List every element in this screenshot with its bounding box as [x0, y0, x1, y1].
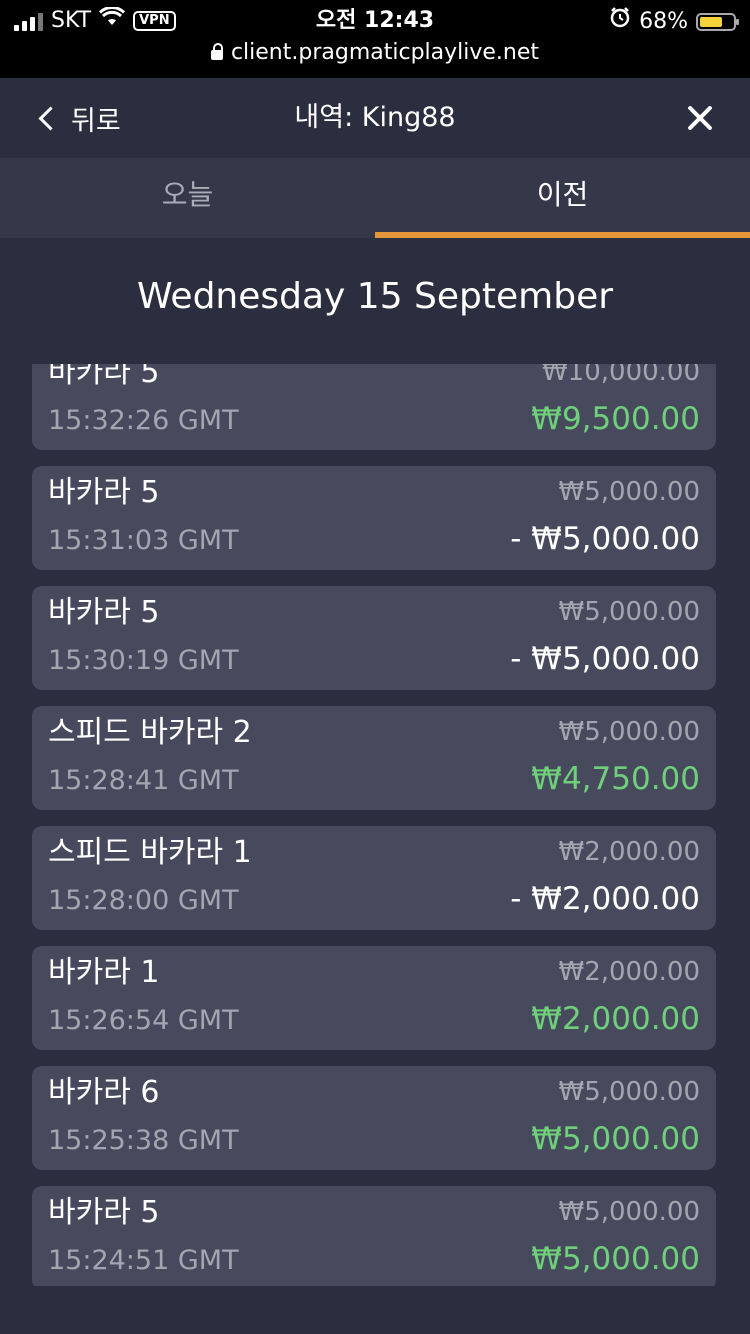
status-right: 68% [609, 6, 739, 37]
alarm-icon [609, 6, 631, 37]
history-item[interactable]: 바카라 5 15:31:03 GMT ₩5,000.00 - ₩5,000.00 [32, 466, 716, 570]
history-game-name: 스피드 바카라 1 [48, 835, 252, 870]
date-heading: Wednesday 15 September [136, 276, 614, 317]
history-game-name: 바카라 5 [48, 1195, 160, 1230]
history-item[interactable]: 스피드 바카라 1 15:28:00 GMT ₩2,000.00 - ₩2,000.0… [32, 826, 716, 930]
battery-icon [696, 12, 739, 31]
history-bet-amount: ₩5,000.00 [558, 597, 701, 627]
history-item[interactable]: 바카라 5 15:32:26 GMT ₩10,000.00 ₩9,500.00 [32, 364, 716, 450]
history-result-amount: ₩5,000.00 [531, 1121, 700, 1157]
url-text: client.pragmaticplaylive.net [230, 40, 540, 65]
history-list[interactable]: 바카라 5 15:32:26 GMT ₩10,000.00 ₩9,500.00 바카라 … [0, 364, 750, 1286]
bottom-bar [0, 1286, 750, 1334]
history-result-amount: ₩4,750.00 [531, 761, 700, 797]
history-result-amount: - ₩2,000.00 [510, 881, 700, 917]
history-game-name: 스피드 바카라 2 [48, 715, 252, 750]
history-result-amount: ₩5,000.00 [531, 1241, 700, 1277]
history-time: 15:32:26 GMT [48, 405, 239, 436]
history-game-name: 바카라 5 [48, 595, 160, 630]
history-result-amount: ₩9,500.00 [531, 401, 700, 437]
battery-percent: 68% [639, 8, 688, 34]
history-time: 15:30:19 GMT [48, 645, 239, 676]
history-item[interactable]: 바카라 5 15:30:19 GMT ₩5,000.00 - ₩5,000.00 [32, 586, 716, 690]
history-game-name: 바카라 5 [48, 475, 160, 510]
history-time: 15:28:41 GMT [48, 765, 239, 796]
url-bar[interactable]: client.pragmaticplaylive.net [0, 38, 750, 68]
history-time: 15:28:00 GMT [48, 885, 239, 916]
lock-icon [210, 43, 223, 60]
page-title: 내역: King88 [294, 102, 456, 133]
close-icon[interactable] [684, 102, 716, 134]
nav-header: 뒤로 내역: King88 [0, 78, 750, 158]
history-bet-amount: ₩5,000.00 [558, 1197, 701, 1227]
history-item[interactable]: 바카라 5 15:24:51 GMT ₩5,000.00 ₩5,000.00 [32, 1186, 716, 1286]
status-bar: SKT VPN 오전 12:43 68% client.pragmaticpla… [0, 0, 750, 78]
history-result-amount: - ₩5,000.00 [510, 641, 700, 677]
history-result-amount: - ₩5,000.00 [510, 521, 700, 557]
history-game-name: 바카라 1 [48, 955, 160, 990]
history-time: 15:31:03 GMT [48, 525, 239, 556]
history-bet-amount: ₩10,000.00 [541, 364, 700, 387]
history-time: 15:26:54 GMT [48, 1005, 239, 1036]
history-game-name: 바카라 6 [48, 1075, 160, 1110]
history-item[interactable]: 스피드 바카라 2 15:28:41 GMT ₩5,000.00 ₩4,750.00 [32, 706, 716, 810]
history-bet-amount: ₩5,000.00 [558, 717, 701, 747]
history-bet-amount: ₩5,000.00 [558, 477, 701, 507]
history-time: 15:24:51 GMT [48, 1245, 239, 1276]
history-bet-amount: ₩2,000.00 [558, 957, 701, 987]
history-bet-amount: ₩2,000.00 [558, 837, 701, 867]
tab-previous[interactable]: 이전 [375, 158, 750, 238]
history-result-amount: ₩2,000.00 [531, 1001, 700, 1037]
history-game-name: 바카라 5 [48, 364, 160, 390]
history-item[interactable]: 바카라 1 15:26:54 GMT ₩2,000.00 ₩2,000.00 [32, 946, 716, 1050]
tab-today[interactable]: 오늘 [0, 158, 375, 238]
history-item[interactable]: 바카라 6 15:25:38 GMT ₩5,000.00 ₩5,000.00 [32, 1066, 716, 1170]
history-bet-amount: ₩5,000.00 [558, 1077, 701, 1107]
tab-bar: 오늘 이전 [0, 158, 750, 238]
history-time: 15:25:38 GMT [48, 1125, 239, 1156]
